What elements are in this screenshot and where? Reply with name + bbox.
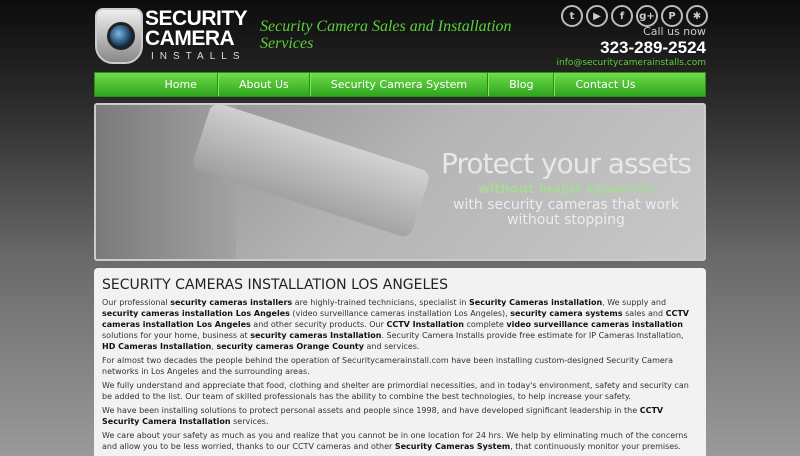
p1-text: are highly-trained technicians, speciali…: [292, 298, 470, 307]
lens-icon: [107, 22, 135, 50]
camera-logo-icon: [95, 8, 143, 64]
nav-contact-us[interactable]: Contact Us: [554, 73, 655, 96]
nav-blog[interactable]: Blog: [488, 73, 555, 96]
p4-text: We have been installing solutions to pro…: [102, 406, 640, 415]
p1-bold: security camera systems: [510, 309, 623, 318]
p1-text: , We supply and: [602, 298, 667, 307]
p1-bold: Security Cameras installation: [469, 298, 603, 307]
p1-bold: video surveillance cameras installation: [506, 320, 683, 329]
p1-text: . Security Camera Installs provide free …: [381, 331, 684, 340]
paragraph-4: We have been installing solutions to pro…: [102, 405, 698, 427]
p1-bold: security cameras installers: [170, 298, 293, 307]
main-nav: Home About Us Security Camera System Blo…: [94, 72, 706, 97]
logo-text-security: SECURITY: [145, 7, 248, 30]
social-links: t ▶ f g+ P ✱: [561, 5, 708, 27]
hero-headline: Protect your assets: [441, 147, 692, 180]
p1-text: and services.: [363, 342, 420, 351]
main-content: SECURITY CAMERAS INSTALLATION LOS ANGELE…: [94, 268, 706, 456]
hero-subline-2: with security cameras that work without …: [453, 197, 679, 228]
p1-bold: HD Cameras Installation: [102, 342, 212, 351]
youtube-icon[interactable]: ▶: [586, 5, 608, 27]
site-tagline: Security Camera Sales and Installation S…: [260, 18, 512, 52]
p1-text: sales and: [622, 309, 666, 318]
p1-bold: security cameras Orange County: [216, 342, 364, 351]
email-link[interactable]: info@securitycamerainstalls.com: [556, 58, 706, 68]
nav-security-camera-system[interactable]: Security Camera System: [309, 73, 489, 96]
nav-about-us[interactable]: About Us: [217, 73, 310, 96]
paragraph-3: We fully understand and appreciate that …: [102, 381, 689, 401]
p1-bold: security cameras Installation: [250, 331, 382, 340]
logo-text-installs: INSTALLS: [151, 51, 246, 62]
paragraph-2: For almost two decades the people behind…: [102, 356, 673, 376]
pinterest-icon[interactable]: P: [661, 5, 683, 27]
p1-text: solutions for your home, business at: [102, 331, 251, 340]
site-logo[interactable]: SECURITY CAMERA INSTALLS: [95, 6, 250, 66]
p1-bold: CCTV Installation: [386, 320, 464, 329]
p5-bold: Security Cameras System: [394, 442, 511, 451]
paragraph-5: We care about your safety as much as you…: [102, 430, 698, 452]
google-plus-icon[interactable]: g+: [636, 5, 658, 27]
hero-banner[interactable]: Protect your assets without major expens…: [94, 103, 706, 261]
paragraph-1: Our professional security cameras instal…: [102, 297, 698, 352]
p1-bold: security cameras installation Los Angele…: [102, 309, 290, 318]
p1-text: (video surveillance cameras installation…: [289, 309, 511, 318]
call-us-label: Call us now: [643, 25, 706, 38]
twitter-icon[interactable]: t: [561, 5, 583, 27]
p4-text: services.: [230, 417, 269, 426]
p1-text: and other security products. Our: [250, 320, 387, 329]
p1-text: complete: [463, 320, 507, 329]
p5-text: , that continuously monitor your premise…: [510, 442, 681, 451]
facebook-icon[interactable]: f: [611, 5, 633, 27]
nav-home[interactable]: Home: [144, 73, 218, 96]
yelp-icon[interactable]: ✱: [686, 5, 708, 27]
hero-subline-1: without major expenses: [477, 182, 655, 197]
phone-number[interactable]: 323-289-2524: [600, 38, 706, 58]
logo-text-camera: CAMERA: [145, 27, 235, 50]
page-title: SECURITY CAMERAS INSTALLATION LOS ANGELE…: [102, 277, 449, 293]
p1-text: Our professional: [102, 298, 171, 307]
